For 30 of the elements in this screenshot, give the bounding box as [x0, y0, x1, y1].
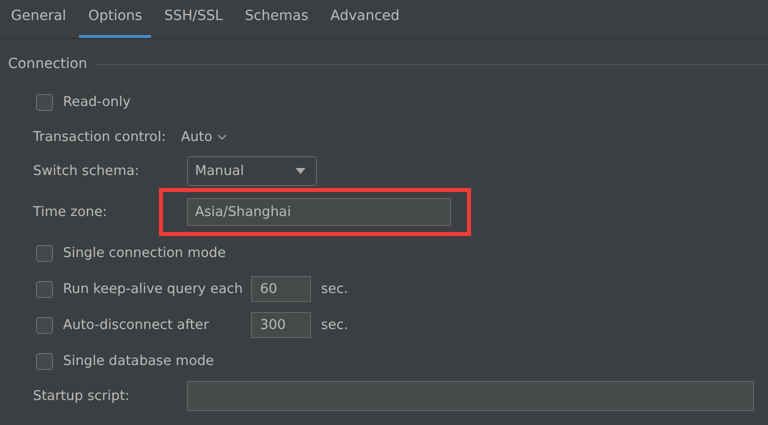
checkbox-label[interactable]: Single database mode	[63, 353, 253, 369]
checkbox-label[interactable]: Read-only	[63, 94, 253, 110]
tab[interactable]: SSH/SSL	[155, 0, 232, 38]
number-field[interactable]: 60	[251, 276, 311, 302]
script-field[interactable]	[187, 381, 754, 411]
schema-dropdown[interactable]: Manual	[187, 156, 317, 186]
transaction-select[interactable]: Auto	[181, 129, 228, 145]
tab[interactable]: Options	[79, 0, 152, 38]
checkbox[interactable]	[36, 244, 53, 262]
field-label: Time zone:	[33, 204, 108, 220]
number-field[interactable]: 300	[251, 312, 311, 338]
field-label: Startup script:	[33, 388, 131, 404]
checkbox[interactable]	[36, 280, 53, 298]
checkbox[interactable]	[36, 94, 53, 110]
checkbox[interactable]	[36, 316, 53, 334]
tab[interactable]: General	[2, 0, 76, 38]
checkbox[interactable]	[36, 352, 53, 370]
section-title: Connection	[8, 56, 88, 72]
unit-label: sec.	[321, 281, 348, 297]
checkbox-label[interactable]: Auto-disconnect after	[63, 317, 253, 333]
checkbox-label[interactable]: Run keep-alive query each	[63, 281, 253, 297]
time-zone-field[interactable]: Asia/Shanghai	[187, 198, 451, 226]
tab[interactable]: Schemas	[236, 0, 318, 38]
field-label: Transaction control:	[33, 129, 167, 145]
checkbox-label[interactable]: Single connection mode	[63, 245, 253, 261]
dropdown-arrow-icon	[295, 168, 306, 174]
tab[interactable]: Advanced	[321, 0, 409, 38]
chevron-down-icon	[217, 134, 228, 140]
unit-label: sec.	[321, 317, 348, 333]
field-label: Switch schema:	[33, 163, 140, 179]
